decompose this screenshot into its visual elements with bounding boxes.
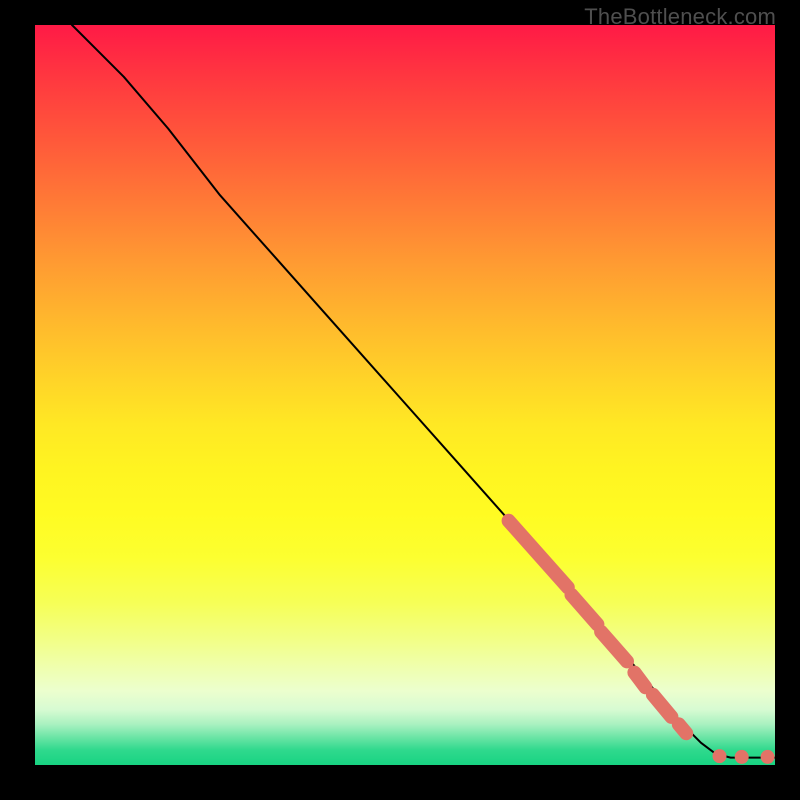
bottleneck-curve: [72, 25, 775, 758]
highlight-dot: [713, 749, 727, 763]
highlight-segment: [572, 595, 598, 625]
highlight-segments: [509, 521, 687, 733]
highlight-segment: [601, 632, 627, 662]
curve-svg: [35, 25, 775, 765]
highlight-dots: [713, 749, 775, 764]
plot-area: [35, 25, 775, 765]
highlight-segment: [509, 521, 568, 588]
highlight-segment: [653, 695, 672, 717]
highlight-segment: [679, 724, 686, 733]
chart-frame: TheBottleneck.com: [0, 0, 800, 800]
highlight-dot: [735, 750, 749, 764]
highlight-dot: [761, 750, 775, 764]
highlight-segment: [634, 673, 645, 688]
